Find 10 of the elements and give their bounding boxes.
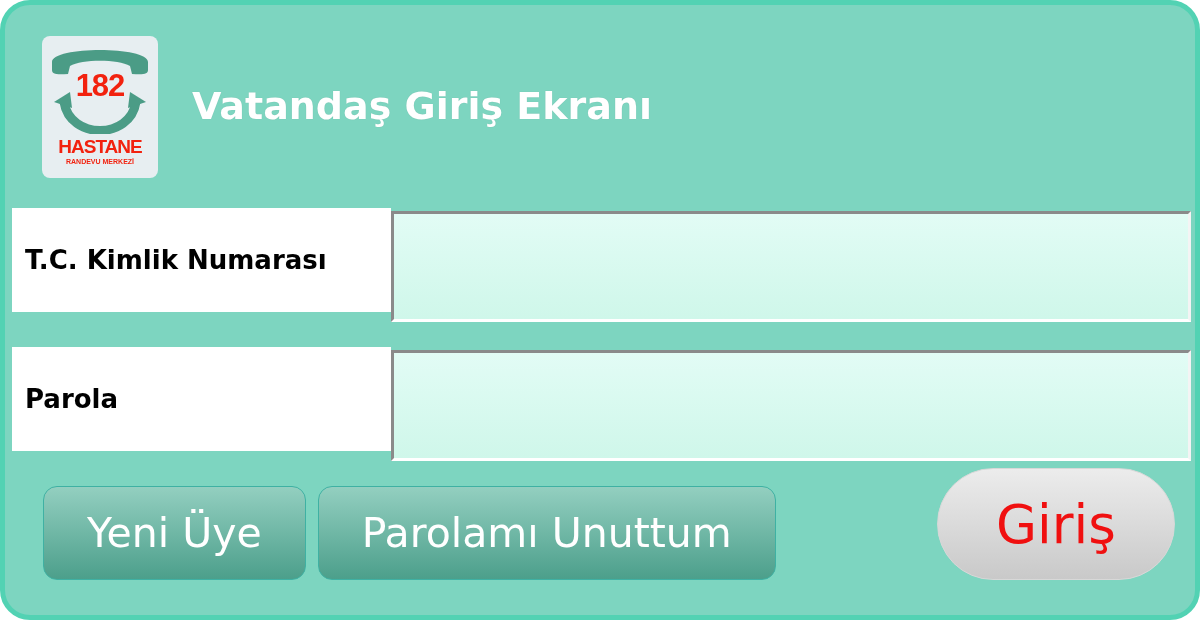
secondary-button[interactable]: Yeni Üye bbox=[43, 486, 306, 580]
logo-number: 182 bbox=[74, 69, 126, 101]
field-label: Parola bbox=[12, 347, 391, 451]
login-button[interactable]: Giriş bbox=[937, 468, 1175, 580]
logo-text: HASTANE bbox=[57, 136, 143, 156]
input-field[interactable] bbox=[391, 350, 1191, 461]
secondary-button[interactable]: Parolamı Unuttum bbox=[317, 486, 776, 580]
page-title: Vatandaş Giriş Ekranı bbox=[192, 83, 653, 130]
field-label: T.C. Kimlik Numarası bbox=[12, 208, 391, 312]
input-field[interactable] bbox=[391, 211, 1191, 322]
